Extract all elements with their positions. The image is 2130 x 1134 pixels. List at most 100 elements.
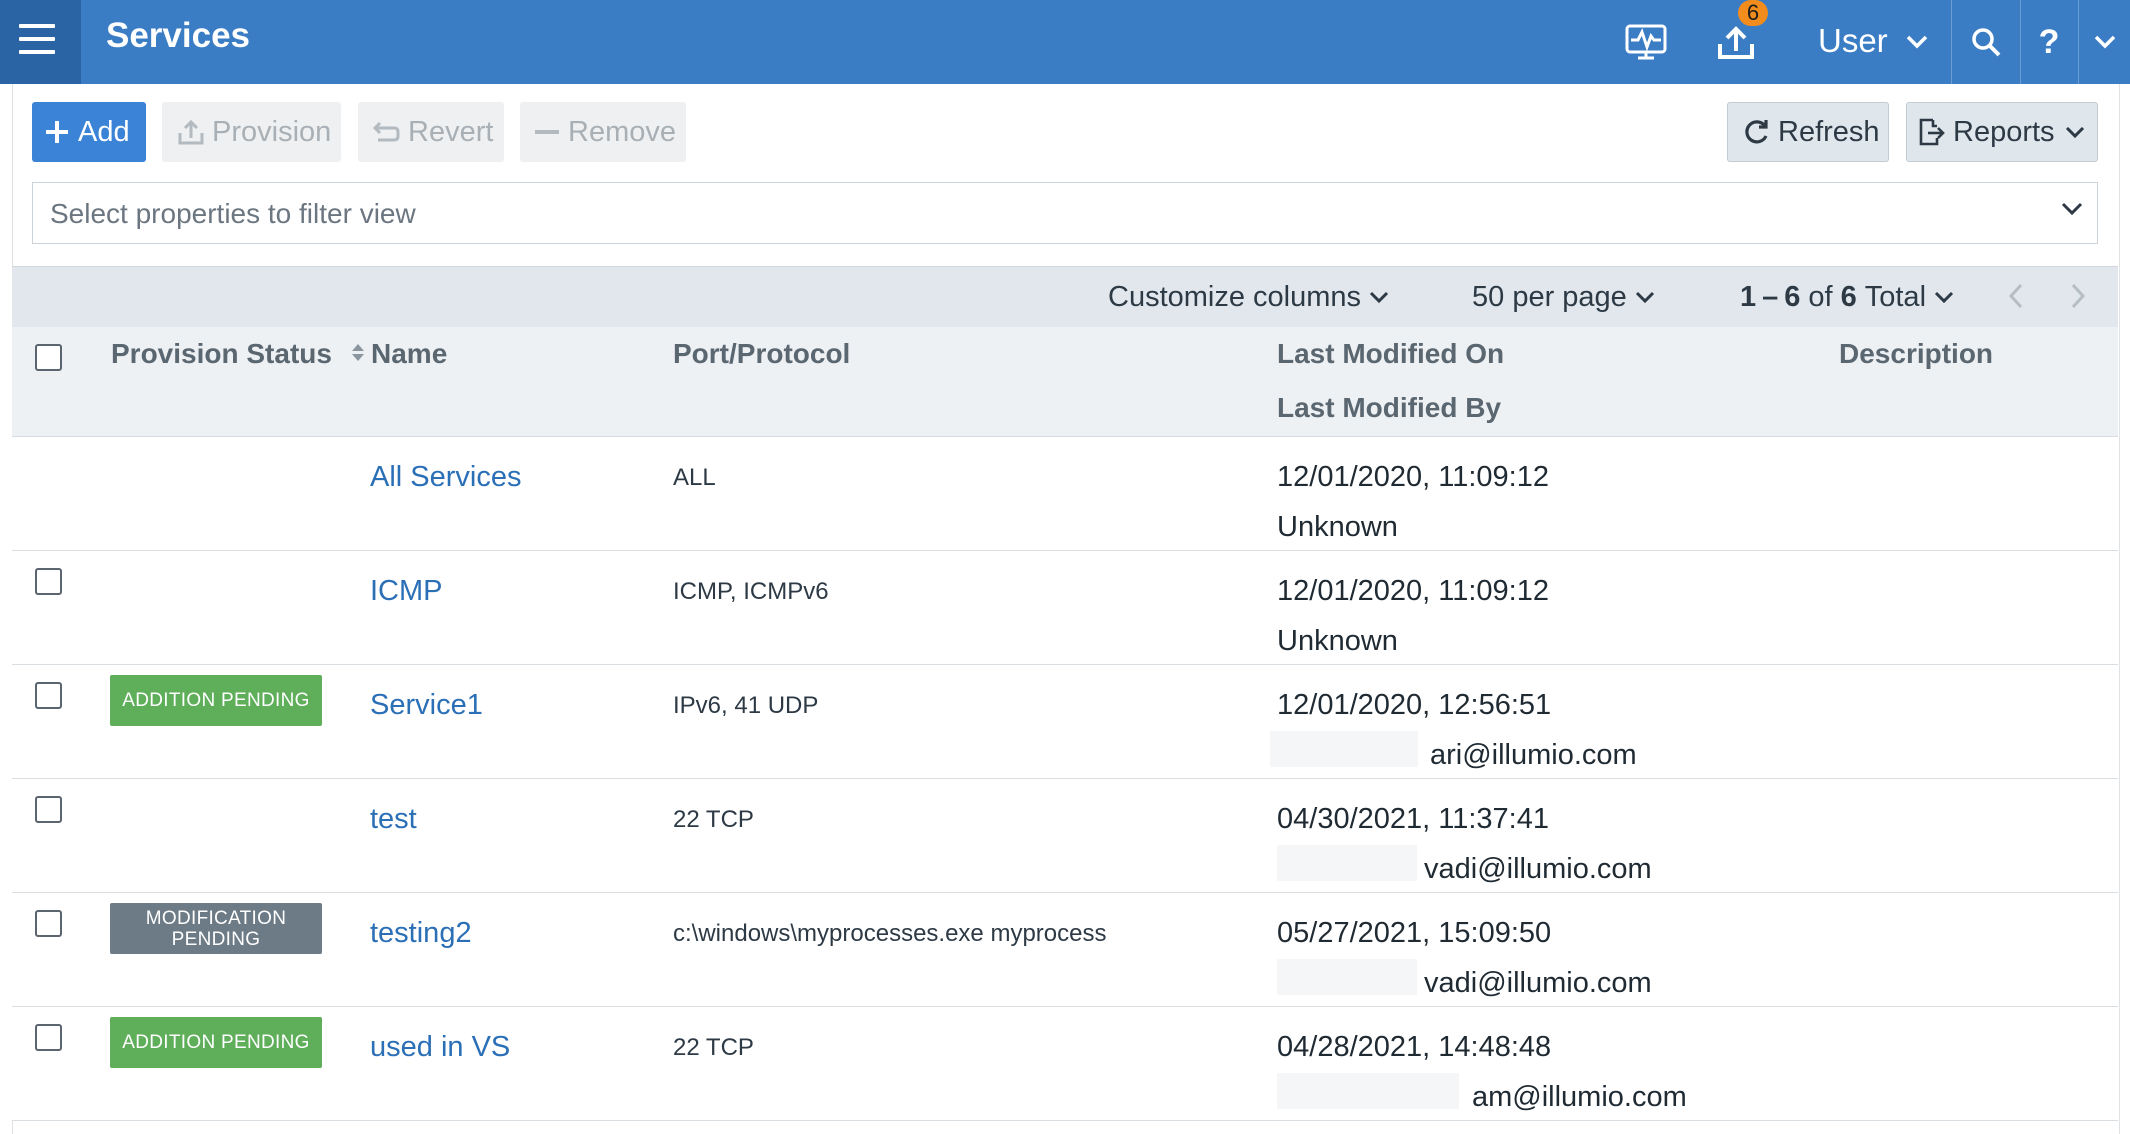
help-button[interactable]: ? [2024, 0, 2074, 84]
range-end: 6 [1784, 281, 1801, 313]
column-header-provision-status[interactable]: Provision Status [111, 337, 332, 371]
column-header-description[interactable]: Description [1839, 337, 1993, 371]
service-name-link[interactable]: Service1 [370, 687, 483, 723]
chevron-down-icon [2065, 125, 2085, 139]
row-checkbox[interactable] [35, 796, 62, 823]
table-controls-bar: Customize columns 50 per page 1 – 6 of 6… [12, 266, 2118, 327]
pagination-range-dropdown[interactable]: 1 – 6 of 6 Total [1740, 279, 1954, 315]
port-protocol-cell: IPv6, 41 UDP [673, 692, 819, 719]
last-modified-on-cell: 12/01/2020, 12:56:51 [1277, 689, 1552, 721]
previous-page-button[interactable] [2000, 283, 2024, 309]
notification-count-badge: 6 [1738, 0, 1768, 26]
service-name-link[interactable]: ICMP [370, 573, 443, 609]
last-modified-on-cell: 04/30/2021, 11:37:41 [1277, 803, 1549, 835]
more-menu-button[interactable] [2088, 0, 2122, 84]
table-row[interactable]: All Services ALL 12/01/2020, 11:09:12 Un… [12, 437, 2118, 551]
provision-button-label: Provision [212, 115, 332, 148]
select-all-checkbox[interactable] [35, 344, 62, 371]
last-modified-on-cell: 05/27/2021, 15:09:50 [1277, 917, 1552, 949]
refresh-button[interactable]: Refresh [1727, 102, 1889, 162]
port-protocol-cell: 22 TCP [673, 806, 754, 833]
chevron-right-icon [2071, 283, 2086, 309]
range-total-word: Total [1864, 281, 1927, 313]
chevron-down-icon [1934, 291, 1954, 304]
hamburger-icon-bar [19, 50, 55, 54]
per-page-label: 50 per page [1472, 281, 1627, 313]
chevron-down-icon [1906, 35, 1928, 49]
hamburger-icon-bar [19, 37, 55, 41]
minus-icon [534, 119, 560, 145]
add-button[interactable]: Add [32, 102, 146, 162]
customize-columns-label: Customize columns [1108, 281, 1362, 313]
redacted-area [1270, 731, 1418, 767]
hamburger-icon [19, 24, 55, 28]
chevron-down-icon [2094, 35, 2116, 49]
chevron-down-icon [2061, 201, 2083, 222]
plus-icon [44, 119, 70, 145]
top-navigation-bar: Services 6 User ? [0, 0, 2130, 84]
next-page-button[interactable] [2062, 283, 2086, 309]
column-header-last-modified-by[interactable]: Last Modified By [1277, 391, 1501, 425]
column-header-last-modified-on[interactable]: Last Modified On [1277, 337, 1504, 371]
column-header-name[interactable]: Name [371, 337, 447, 371]
main-menu-button[interactable] [0, 0, 81, 84]
table-row[interactable]: test 22 TCP 04/30/2021, 11:37:41 vadi@il… [12, 779, 2118, 893]
sort-icon[interactable] [351, 337, 365, 371]
filter-placeholder: Select properties to filter view [50, 198, 416, 229]
status-badge: ADDITION PENDING [110, 1017, 322, 1068]
reports-button-label: Reports [1953, 115, 2055, 148]
last-modified-on-cell: 12/01/2020, 11:09:12 [1277, 575, 1549, 607]
last-modified-by-cell: Unknown [1277, 625, 1398, 657]
table-header: Provision Status Name Port/Protocol Last… [12, 327, 2118, 437]
row-checkbox[interactable] [35, 682, 62, 709]
service-name-link[interactable]: testing2 [370, 915, 472, 951]
monitor-heartbeat-icon [1625, 24, 1667, 60]
health-monitor-button[interactable] [1618, 0, 1674, 84]
port-protocol-cell: 22 TCP [673, 1034, 754, 1061]
last-modified-by-cell: vadi@illumio.com [1424, 967, 1652, 999]
port-protocol-cell: c:\windows\myprocesses.exe myprocess [673, 920, 1107, 947]
revert-button[interactable]: Revert [358, 102, 504, 162]
column-header-port-protocol[interactable]: Port/Protocol [673, 337, 850, 371]
remove-button[interactable]: Remove [520, 102, 686, 162]
redacted-area [1277, 959, 1417, 995]
upload-icon [1718, 26, 1754, 59]
remove-button-label: Remove [568, 115, 676, 148]
service-name-link[interactable]: used in VS [370, 1029, 510, 1065]
chevron-down-icon [1635, 291, 1654, 304]
revert-button-label: Revert [408, 115, 494, 148]
table-row[interactable]: ADDITION PENDING Service1 IPv6, 41 UDP 1… [12, 665, 2118, 779]
row-checkbox[interactable] [35, 910, 62, 937]
table-row[interactable]: ADDITION PENDING used in VS 22 TCP 04/28… [12, 1007, 2118, 1121]
row-checkbox[interactable] [35, 1024, 62, 1051]
service-name-link[interactable]: All Services [370, 459, 522, 495]
search-button[interactable] [1958, 0, 2014, 84]
customize-columns-dropdown[interactable]: Customize columns [1108, 279, 1389, 315]
range-dash: – [1762, 281, 1779, 313]
export-icon [1917, 118, 1945, 146]
toolbar-divider [2078, 0, 2079, 84]
service-name-link[interactable]: test [370, 801, 417, 837]
status-badge: MODIFICATION PENDING [110, 903, 322, 954]
chevron-down-icon [1369, 291, 1389, 304]
reports-button[interactable]: Reports [1906, 102, 2098, 162]
last-modified-by-cell: Unknown [1277, 511, 1398, 543]
range-start: 1 [1740, 281, 1757, 313]
redacted-area [1277, 1073, 1459, 1109]
user-menu-label[interactable]: User [1818, 20, 1888, 62]
last-modified-by-cell: am@illumio.com [1472, 1081, 1687, 1113]
filter-select[interactable]: Select properties to filter view [32, 182, 2098, 244]
per-page-dropdown[interactable]: 50 per page [1472, 279, 1655, 315]
port-protocol-cell: ICMP, ICMPv6 [673, 578, 829, 605]
revert-icon [372, 120, 400, 144]
user-menu-chevron[interactable] [1902, 0, 1932, 84]
row-checkbox[interactable] [35, 568, 62, 595]
table-row[interactable]: MODIFICATION PENDING testing2 c:\windows… [12, 893, 2118, 1007]
redacted-area [1277, 845, 1417, 881]
status-badge: ADDITION PENDING [110, 675, 322, 726]
range-total-count: 6 [1840, 281, 1857, 313]
refresh-icon [1742, 118, 1770, 146]
table-row[interactable]: ICMP ICMP, ICMPv6 12/01/2020, 11:09:12 U… [12, 551, 2118, 665]
provision-button[interactable]: Provision [162, 102, 341, 162]
range-of: of [1808, 281, 1833, 313]
